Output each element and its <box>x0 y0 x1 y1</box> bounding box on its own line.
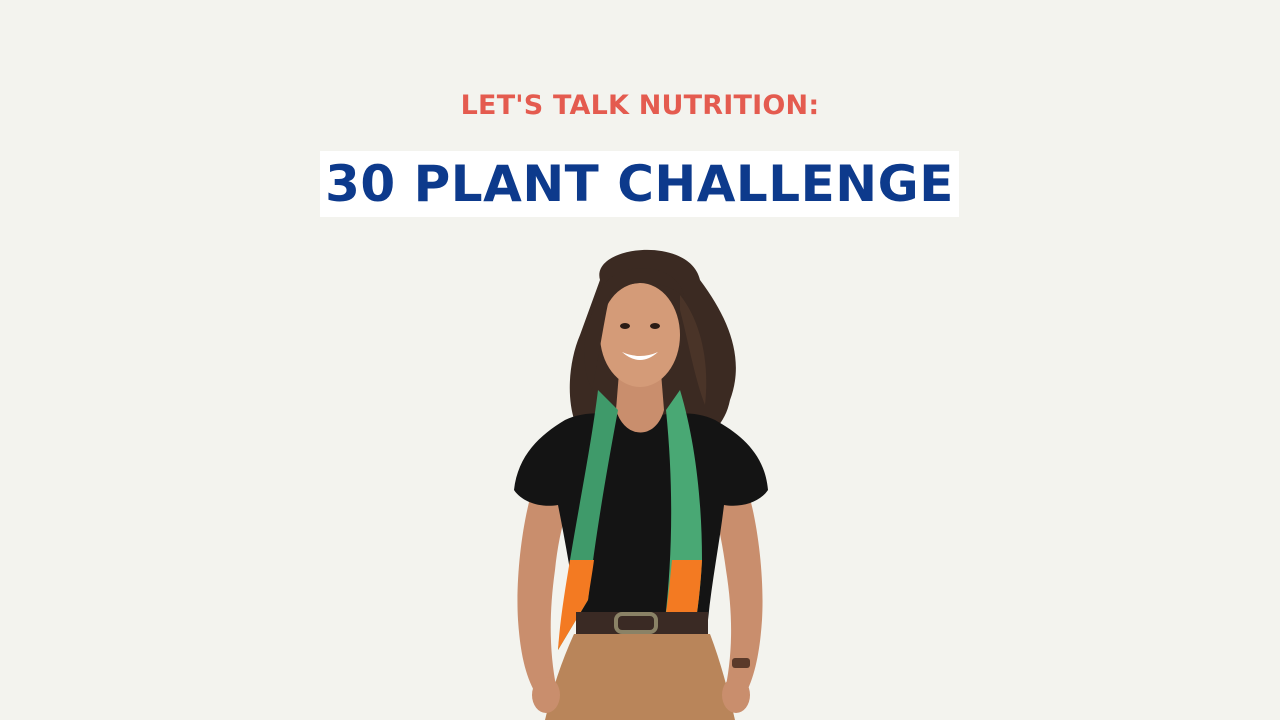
title-banner: 30 PLANT CHALLENGE <box>320 151 959 217</box>
subtitle-kicker: LET'S TALK NUTRITION: <box>460 90 820 121</box>
person-photo <box>480 240 800 720</box>
page-title: 30 PLANT CHALLENGE <box>325 155 954 213</box>
